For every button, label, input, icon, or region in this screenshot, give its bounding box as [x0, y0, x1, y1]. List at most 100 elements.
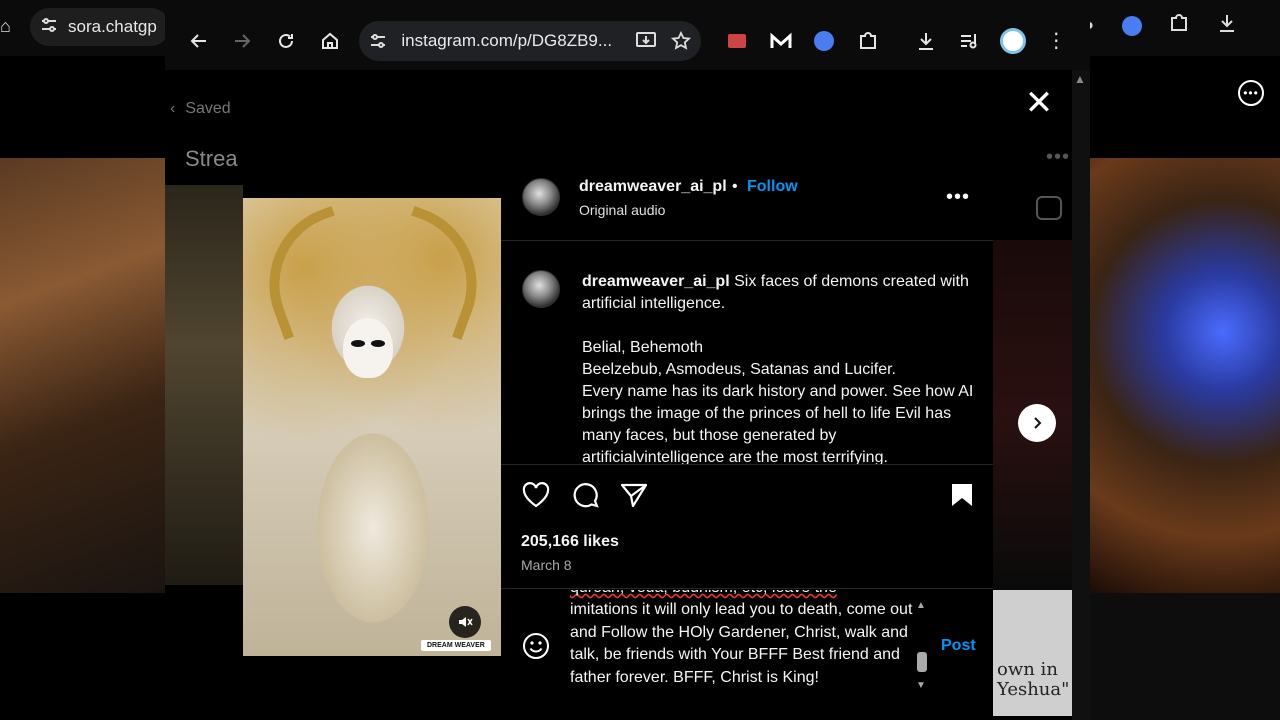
url-text[interactable]: instagram.com/p/DG8ZB9... [401, 31, 621, 51]
post-caption: dreamweaver_ai_pl Six faces of demons cr… [582, 271, 977, 464]
emoji-button[interactable] [521, 631, 551, 661]
emoji-icon [523, 633, 549, 659]
heart-icon [522, 482, 550, 508]
collection-more-icon[interactable]: ••• [1046, 146, 1070, 169]
profile-button[interactable] [991, 19, 1035, 63]
divider [501, 588, 993, 589]
feed-image-dark [1090, 593, 1280, 720]
caption-line: Belial, Behemoth [582, 339, 703, 356]
puzzle-icon [859, 32, 876, 49]
card-text: own in Yeshua" [997, 659, 1070, 700]
browser-toolbar: instagram.com/p/DG8ZB9... ⋮ [165, 12, 1090, 70]
profile-icon [999, 28, 1026, 54]
media-horn-right [376, 205, 500, 341]
background-toolbar-icons: ◗ [1086, 12, 1238, 39]
like-count[interactable]: 205,166 likes [521, 533, 619, 551]
caption-avatar[interactable] [522, 270, 560, 308]
comment-button[interactable] [569, 479, 601, 511]
dimmed-post-preview [165, 185, 243, 585]
caption-username[interactable]: dreamweaver_ai_pl [582, 273, 730, 290]
forward-button[interactable] [221, 19, 265, 63]
post-comment-button[interactable]: Post [941, 637, 976, 655]
docs-icon[interactable] [1121, 15, 1142, 36]
saved-back-link[interactable]: ‹ Saved [170, 100, 231, 118]
feed-image-jesus-cave[interactable] [1090, 158, 1280, 593]
window-scrollbar[interactable] [1072, 70, 1090, 720]
background-tab-title: sora.chatgp [68, 17, 157, 36]
extension-button[interactable] [715, 19, 759, 63]
m-extension-icon [770, 32, 792, 48]
media-mask [343, 318, 393, 378]
comment-scroll-up[interactable]: ▲ [916, 600, 926, 611]
collection-title: Strea [185, 146, 238, 171]
media-eye-left [351, 340, 365, 347]
reel-icon [1036, 196, 1062, 220]
save-button[interactable] [946, 479, 978, 511]
docs-button[interactable] [803, 19, 847, 63]
scroll-up-arrow[interactable]: ▲ [1074, 72, 1086, 86]
address-bar[interactable]: instagram.com/p/DG8ZB9... [359, 21, 702, 61]
comment-icon [573, 483, 599, 508]
forward-icon [235, 34, 251, 48]
background-tab-fragment: ⌂ [0, 16, 11, 36]
browser-tabstrip [165, 0, 1090, 12]
media-horn-left [246, 205, 370, 341]
site-settings-icon[interactable] [369, 32, 387, 50]
back-button[interactable] [177, 19, 221, 63]
reload-icon [279, 33, 293, 48]
close-icon[interactable]: ✕ [1024, 86, 1054, 120]
bookmark-star-icon[interactable] [671, 31, 692, 51]
post-date: March 8 [521, 557, 572, 573]
docs-icon [814, 31, 835, 51]
mute-button[interactable] [449, 606, 481, 638]
like-button[interactable] [520, 479, 552, 511]
divider [501, 240, 993, 241]
post-username[interactable]: dreamweaver_ai_pl [579, 178, 727, 196]
post-media[interactable]: DREAM WEAVER [243, 198, 501, 656]
home-icon [321, 32, 338, 49]
back-icon [190, 34, 206, 48]
avatar[interactable] [522, 178, 560, 216]
comment-draft-text: imitations it will only lead you to deat… [570, 601, 913, 686]
downloads-button[interactable] [904, 19, 948, 63]
extensions-menu-button[interactable] [846, 19, 890, 63]
media-eye-right [371, 340, 385, 347]
chevron-left-icon: ‹ [170, 100, 176, 117]
menu-icon: ⋮ [1046, 30, 1067, 52]
dimmed-post-card: own in Yeshua" [993, 590, 1072, 716]
tune-icon [40, 16, 58, 39]
download-icon[interactable] [1216, 12, 1238, 39]
feed-image-cave[interactable] [0, 158, 165, 593]
caption-line: Every name has its dark history and powe… [582, 383, 974, 464]
reload-button[interactable] [264, 19, 308, 63]
audio-label[interactable]: Original audio [579, 202, 665, 218]
bookmark-filled-icon [952, 484, 972, 506]
caption-line: Beelzebub, Asmodeus, Satanas and Lucifer… [582, 361, 896, 378]
more-options-icon[interactable]: ••• [1238, 80, 1264, 106]
media-controls-button[interactable] [947, 19, 991, 63]
install-app-icon[interactable] [635, 31, 657, 51]
follow-button[interactable]: Follow [747, 178, 798, 196]
share-button[interactable] [618, 479, 650, 511]
watermark-logo: DREAM WEAVER [421, 640, 491, 651]
comment-scrollbar-thumb[interactable] [917, 652, 927, 672]
media-icon [961, 34, 977, 49]
saved-label: Saved [185, 100, 231, 117]
comment-scroll-down[interactable]: ▼ [916, 680, 926, 691]
share-icon [620, 483, 648, 508]
m-extension-button[interactable] [759, 19, 803, 63]
comment-input[interactable]: quroan, veda, budhism, etc, leave the im… [570, 590, 915, 696]
background-tab[interactable]: sora.chatgp [30, 8, 170, 46]
browser-menu-button[interactable]: ⋮ [1034, 19, 1078, 63]
post-more-icon[interactable]: ••• [946, 186, 970, 209]
extension-icon [728, 34, 747, 48]
home-button[interactable] [308, 19, 352, 63]
divider [501, 464, 993, 465]
download-icon [918, 33, 933, 50]
puzzle-icon[interactable] [1168, 12, 1190, 39]
comment-draft-line: quroan, veda, budhism, etc, leave the [570, 590, 915, 599]
speaker-muted-icon [459, 617, 473, 627]
next-post-button[interactable] [1018, 404, 1056, 442]
chevron-right-icon [1034, 417, 1042, 429]
separator-dot: • [732, 178, 738, 195]
